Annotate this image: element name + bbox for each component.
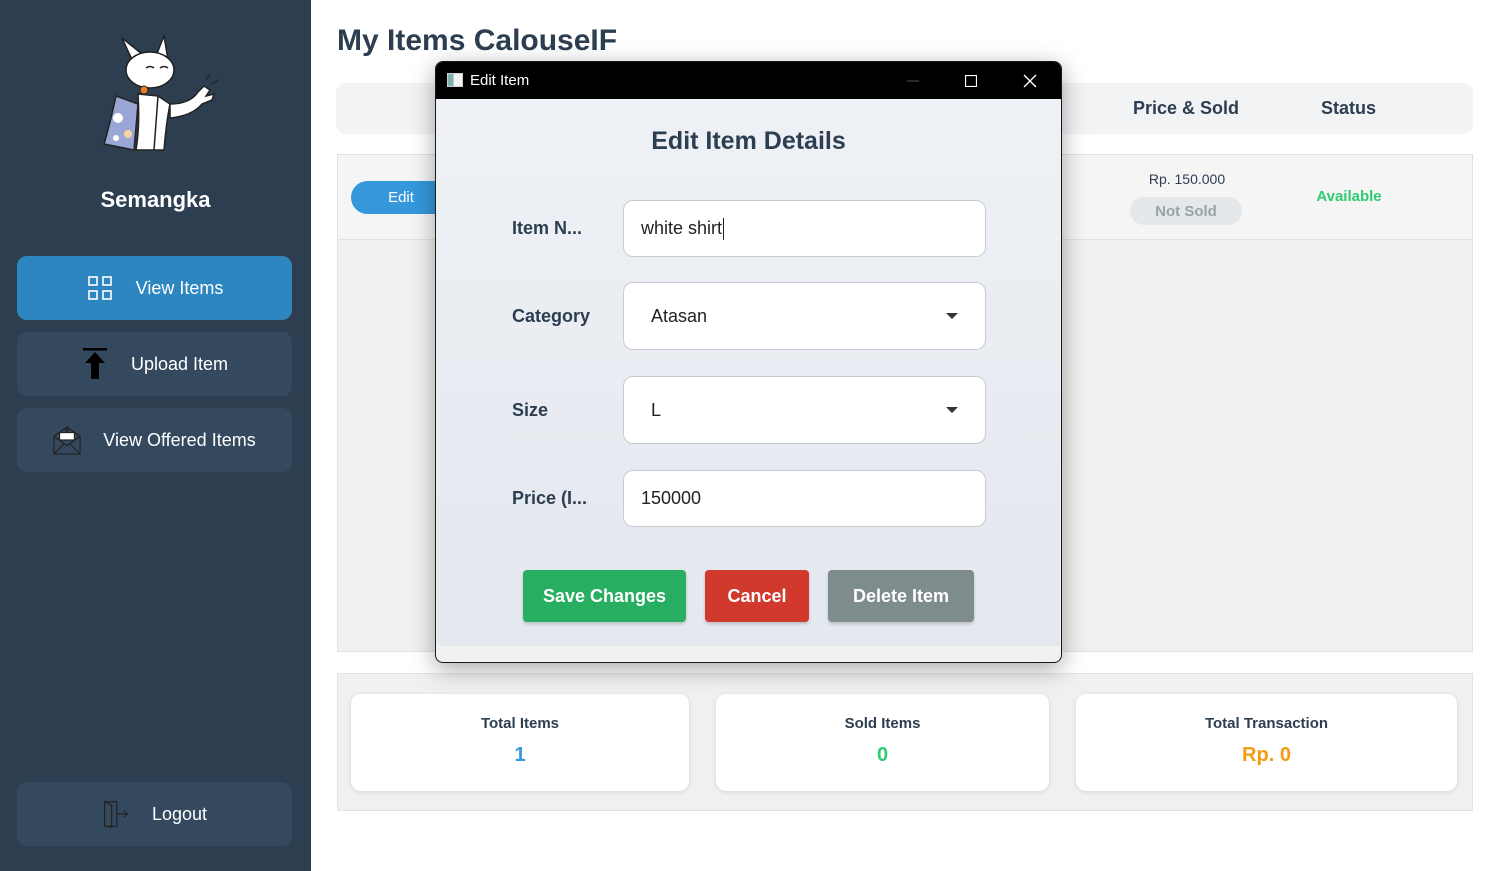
nav-label: View Items [135, 277, 224, 298]
mascot-avatar [103, 34, 219, 151]
stat-label: Sold Items [844, 715, 921, 732]
maximize-button[interactable] [948, 62, 994, 99]
item-name-value: white shirt [641, 218, 723, 238]
chevron-down-icon [946, 313, 958, 319]
minimize-icon [907, 80, 919, 81]
dialog-heading: Edit Item Details [651, 127, 846, 155]
delete-item-button[interactable]: Delete Item [828, 570, 974, 622]
nav-view-items[interactable]: View Items [17, 256, 292, 320]
cancel-button[interactable]: Cancel [705, 570, 809, 622]
offer-envelope-icon [53, 426, 81, 455]
window-title: Edit Item [470, 72, 530, 89]
dialog-titlebar[interactable]: Edit Item [436, 62, 1061, 99]
nav-label: Upload Item [130, 353, 229, 374]
logout-button[interactable]: Logout [17, 782, 292, 846]
upload-arrow-icon [81, 348, 109, 379]
stat-label: Total Items [480, 715, 560, 732]
stat-card-total-transaction: Total Transaction Rp. 0 [1076, 694, 1457, 791]
logout-icon [102, 800, 130, 828]
price-input[interactable]: 150000 [623, 470, 986, 527]
item-name-input[interactable]: white shirt [623, 200, 986, 257]
nav-upload-item[interactable]: Upload Item [17, 332, 292, 396]
category-value: Atasan [651, 305, 708, 326]
price-value: 150000 [641, 488, 702, 508]
save-changes-button[interactable]: Save Changes [523, 570, 686, 622]
item-name-label: Item N... [512, 218, 583, 238]
size-select[interactable]: L [623, 376, 986, 444]
stat-value: 1 [514, 744, 526, 766]
category-select[interactable]: Atasan [623, 282, 986, 350]
minimize-button[interactable] [890, 62, 936, 99]
availability-status: Available [1316, 188, 1382, 205]
app-window-icon [447, 73, 463, 87]
username: Semangka [100, 187, 211, 212]
sold-status-badge: Not Sold [1130, 197, 1242, 225]
dialog-body: Edit Item Details Item N... white shirt … [437, 99, 1060, 646]
maximize-icon [965, 74, 977, 87]
header-status: Status [1321, 98, 1377, 118]
stat-card-total-items: Total Items 1 [351, 694, 689, 791]
item-price: Rp. 150.000 [1148, 171, 1226, 187]
price-label: Price (I... [512, 488, 588, 508]
stat-value: 0 [876, 744, 889, 766]
header-price-sold: Price & Sold [1133, 98, 1240, 118]
sidebar: Semangka View Items Upload Item View Off… [0, 0, 311, 871]
close-button[interactable] [1007, 62, 1053, 99]
chevron-down-icon [946, 407, 958, 413]
size-label: Size [512, 400, 549, 420]
category-label: Category [512, 306, 591, 326]
stat-card-sold-items: Sold Items 0 [716, 694, 1049, 791]
edit-item-dialog: Edit Item Edit Item Details Item N... wh… [435, 61, 1062, 663]
stat-value: Rp. 0 [1242, 744, 1291, 766]
nav-view-offered-items[interactable]: View Offered Items [17, 408, 292, 472]
close-icon [1023, 74, 1037, 87]
page-title: My Items CalouseIF [337, 24, 618, 57]
text-cursor [723, 217, 725, 240]
stats-panel: Total Items 1 Sold Items 0 Total Transac… [337, 673, 1473, 811]
stat-label: Total Transaction [1204, 715, 1329, 732]
nav-label: View Offered Items [103, 429, 256, 450]
size-value: L [651, 399, 662, 420]
logout-label: Logout [151, 803, 208, 824]
grid-icon [86, 274, 114, 302]
